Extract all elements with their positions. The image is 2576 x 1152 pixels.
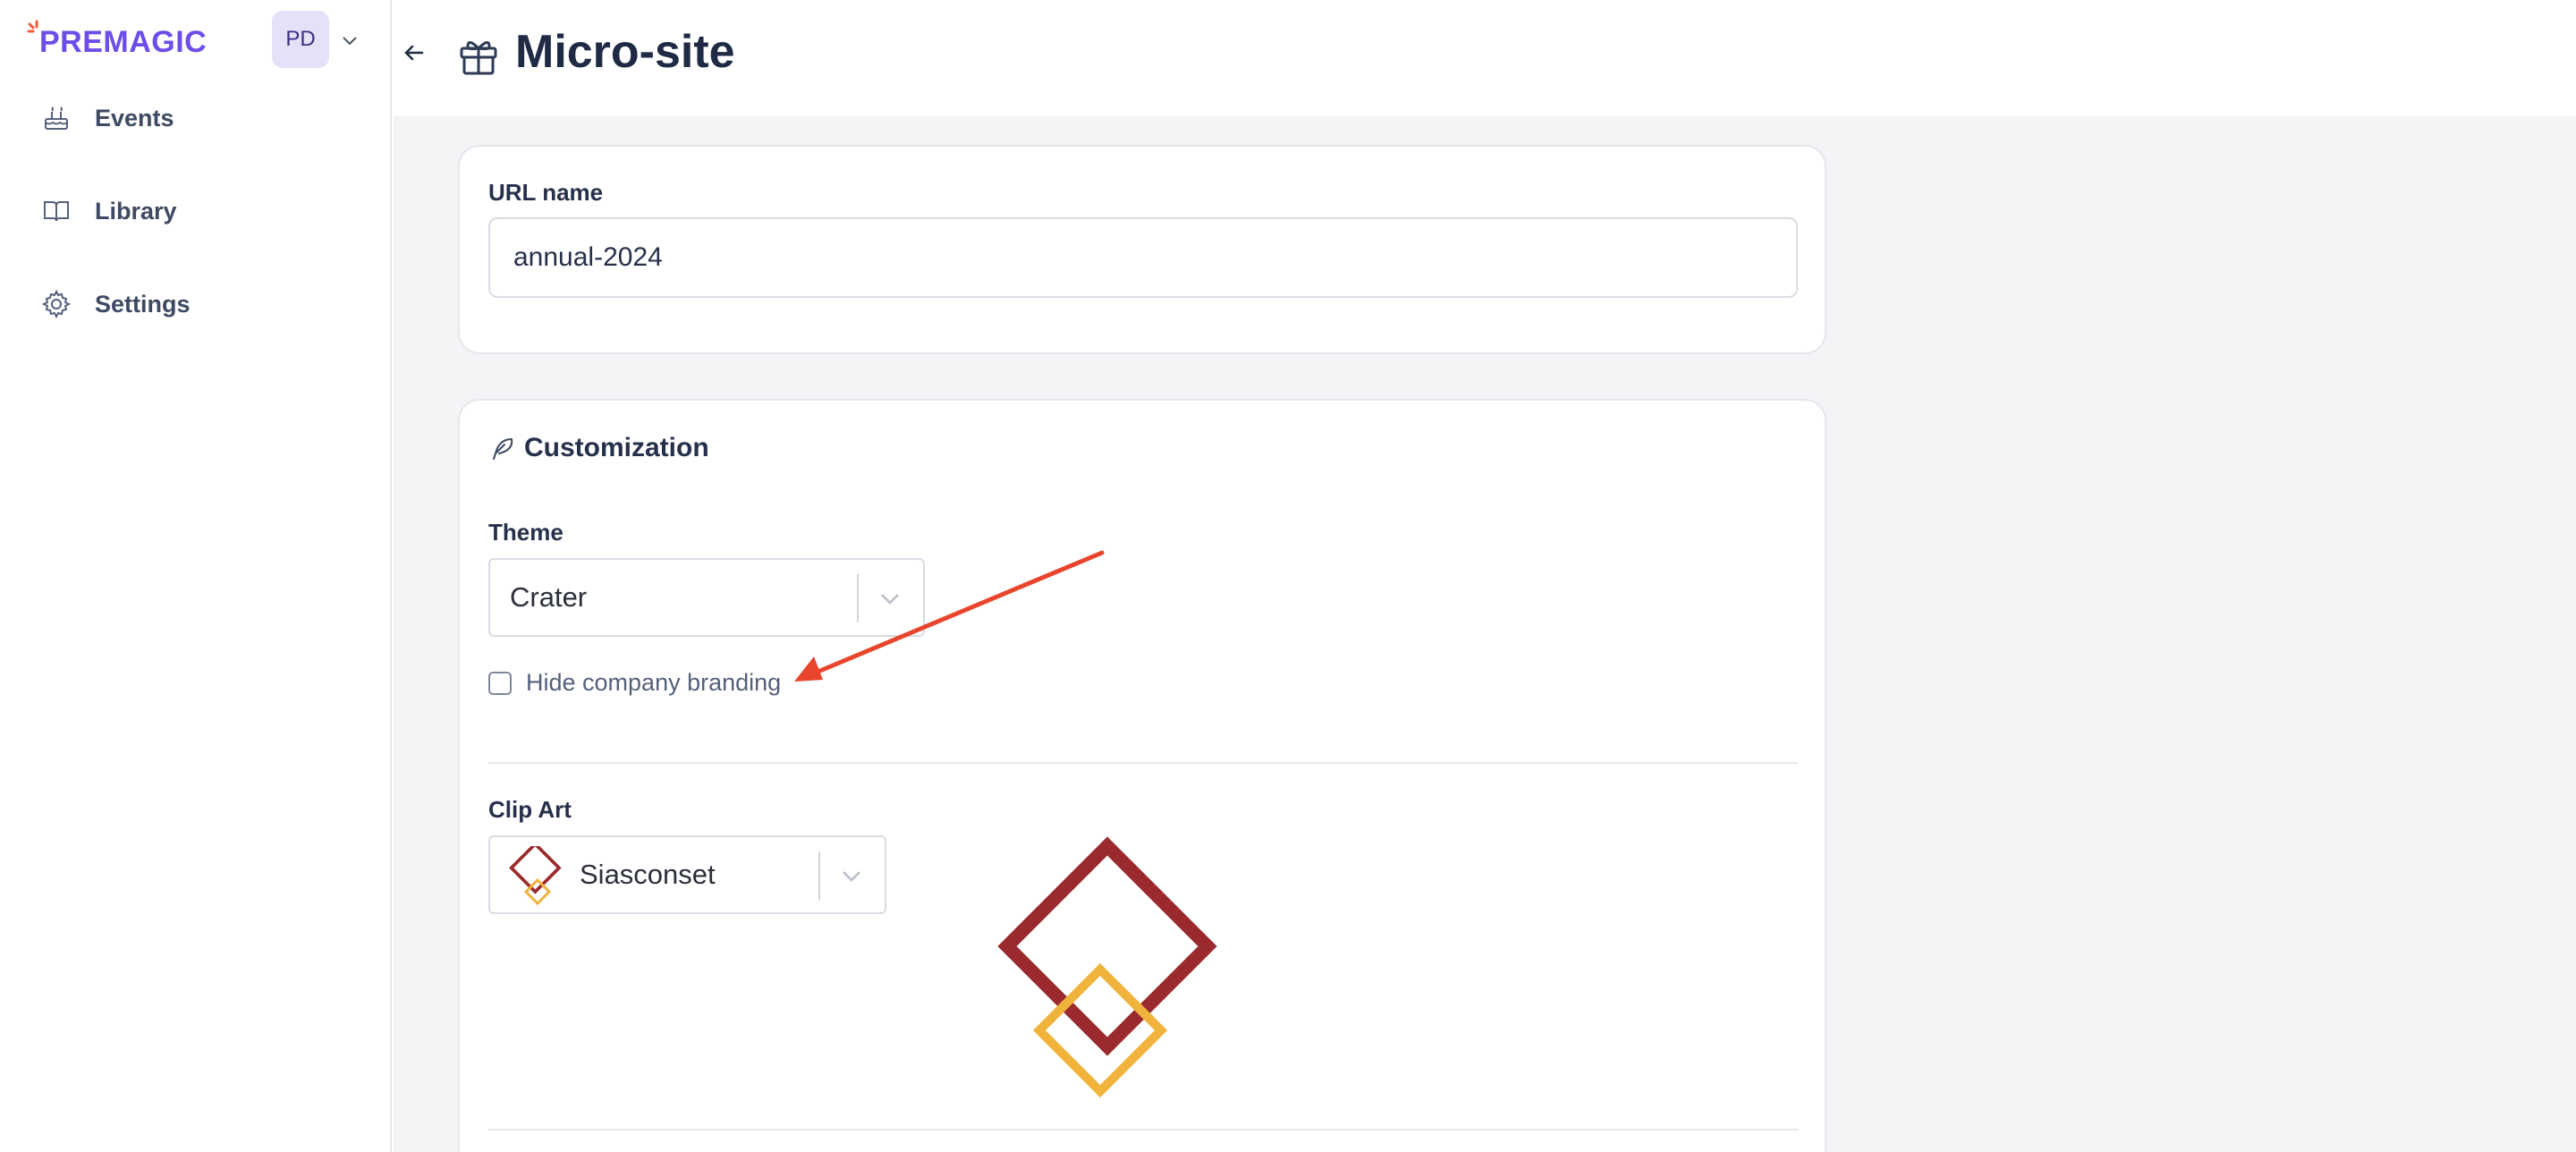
chevron-down-icon[interactable] (340, 30, 360, 50)
clip-art-select[interactable]: Siasconset (488, 835, 886, 914)
chevron-down-icon[interactable] (840, 864, 863, 887)
sidebar-item-settings[interactable]: Settings (41, 283, 191, 326)
theme-select-value: Crater (510, 581, 588, 613)
section-title: Customization (524, 433, 709, 462)
sidebar: PREMAGIC PD Events Library Settings (0, 0, 392, 1152)
sidebar-item-label: Library (95, 197, 177, 224)
sidebar-item-label: Events (95, 104, 174, 131)
sidebar-item-library[interactable]: Library (41, 190, 177, 233)
select-divider (818, 851, 820, 900)
hide-branding-label: Hide company branding (526, 669, 782, 696)
section-divider (488, 1129, 1798, 1131)
book-icon (44, 201, 69, 222)
avatar[interactable]: PD (272, 11, 329, 68)
url-name-label: URL name (488, 179, 604, 206)
theme-label: Theme (488, 519, 564, 546)
arrow-left-icon[interactable] (401, 39, 428, 66)
customization-header: Customization (488, 433, 709, 463)
clip-art-label: Clip Art (488, 796, 572, 823)
gear-icon (41, 289, 72, 319)
theme-select[interactable]: Crater (488, 558, 925, 637)
hide-branding-checkbox[interactable] (488, 671, 512, 695)
feather-icon (493, 438, 513, 460)
app-root: PREMAGIC PD Events Library Settings Micr… (0, 0, 2576, 1152)
clip-art-preview (997, 836, 1217, 1098)
premagic-logo[interactable]: PREMAGIC (27, 20, 207, 64)
clip-art-select-value: Siasconset (580, 859, 716, 890)
sidebar-item-events[interactable]: Events (41, 97, 174, 140)
section-divider (488, 762, 1798, 764)
clip-art-thumbnail (509, 846, 562, 906)
gift-icon (460, 41, 497, 75)
page-title: Micro-site (515, 26, 735, 78)
select-divider (857, 574, 859, 623)
sidebar-item-label: Settings (95, 290, 191, 318)
url-name-input[interactable] (488, 217, 1798, 298)
logo-text: PREMAGIC (39, 24, 208, 59)
hide-branding-checkbox-row[interactable]: Hide company branding (488, 669, 781, 697)
sparkle-icon (27, 20, 38, 33)
chevron-down-icon[interactable] (878, 587, 902, 610)
cake-icon (45, 106, 68, 130)
